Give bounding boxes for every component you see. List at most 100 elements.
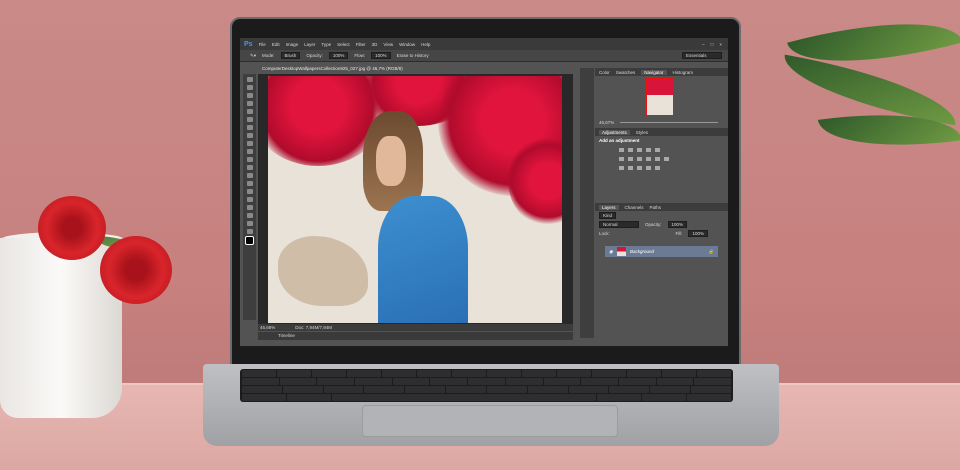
history-brush-tool-icon[interactable] <box>246 149 253 154</box>
maximize-icon[interactable]: □ <box>711 42 714 47</box>
menu-window[interactable]: Window <box>399 42 415 47</box>
posterize-icon[interactable] <box>628 165 633 170</box>
blur-tool-icon[interactable] <box>246 173 253 178</box>
tab-color[interactable]: Color <box>599 70 610 75</box>
close-icon[interactable]: × <box>719 42 722 47</box>
zoom-level[interactable]: 46,68% <box>260 325 275 330</box>
pen-tool-icon[interactable] <box>246 189 253 194</box>
menu-type[interactable]: Type <box>321 42 331 47</box>
hand-tool-icon[interactable] <box>246 221 253 226</box>
menu-file[interactable]: File <box>259 42 266 47</box>
gradient-tool-icon[interactable] <box>246 165 253 170</box>
vibrance-icon[interactable] <box>655 147 660 152</box>
hue-saturation-icon[interactable] <box>619 156 624 161</box>
layer-name[interactable]: Background <box>630 249 654 254</box>
channel-mixer-icon[interactable] <box>655 156 660 161</box>
add-adjustment-label: Add an adjustment <box>599 138 640 143</box>
layer-kind-filter[interactable]: Kind <box>599 212 617 219</box>
tab-histogram[interactable]: Histogram <box>673 70 694 75</box>
tab-swatches[interactable]: Swatches <box>616 70 636 75</box>
menu-layer[interactable]: Layer <box>304 42 315 47</box>
color-lookup-icon[interactable] <box>664 156 669 161</box>
menu-bar: Ps File Edit Image Layer Type Select Fil… <box>240 38 728 50</box>
dodge-tool-icon[interactable] <box>246 181 253 186</box>
type-tool-icon[interactable] <box>246 197 253 202</box>
options-bar: ✎▾ Mode: Brush Opacity: 100% Flow: 100% … <box>240 50 728 62</box>
toolbar <box>243 74 256 320</box>
path-select-tool-icon[interactable] <box>246 205 253 210</box>
red-flower <box>38 196 106 260</box>
layer-row-background[interactable]: ◉ Background 🔒 <box>605 246 718 257</box>
tab-layers[interactable]: Layers <box>599 204 619 210</box>
fill-field[interactable]: 100% <box>688 230 708 237</box>
photo-filter-icon[interactable] <box>646 156 651 161</box>
tab-navigator[interactable]: Navigator <box>641 69 667 75</box>
tab-channels[interactable]: Channels <box>625 205 644 210</box>
eraser-tool-icon[interactable]: ✎▾ <box>250 53 256 59</box>
zoom-tool-icon[interactable] <box>246 229 253 234</box>
menu-3d[interactable]: 3D <box>372 42 378 47</box>
brightness-icon[interactable] <box>619 147 624 152</box>
threshold-icon[interactable] <box>637 165 642 170</box>
blend-mode-select[interactable]: Normal <box>599 221 639 228</box>
curves-icon[interactable] <box>637 147 642 152</box>
erase-to-history-checkbox[interactable]: Erase to History <box>397 53 429 58</box>
timeline-panel-tab[interactable]: Timeline <box>258 332 573 340</box>
layer-opacity-field[interactable]: 100% <box>667 221 688 228</box>
menu-edit[interactable]: Edit <box>272 42 280 47</box>
mode-label: Mode: <box>262 53 275 58</box>
ps-logo: Ps <box>244 40 253 48</box>
flow-field[interactable]: 100% <box>371 52 391 59</box>
tab-adjustments[interactable]: Adjustments <box>599 129 630 135</box>
tab-styles[interactable]: Styles <box>636 130 648 135</box>
invert-icon[interactable] <box>619 165 624 170</box>
tab-paths[interactable]: Paths <box>650 205 662 210</box>
eye-icon[interactable]: ◉ <box>609 249 613 255</box>
move-tool-icon[interactable] <box>246 77 253 82</box>
menu-image[interactable]: Image <box>286 42 299 47</box>
exposure-icon[interactable] <box>646 147 651 152</box>
trackpad <box>362 405 618 437</box>
eraser-tool-icon[interactable] <box>246 157 253 162</box>
gradient-map-icon[interactable] <box>655 165 660 170</box>
marquee-tool-icon[interactable] <box>246 85 253 90</box>
crop-tool-icon[interactable] <box>246 109 253 114</box>
document-photo[interactable] <box>268 76 562 323</box>
workspace-select[interactable]: Essentials <box>682 52 722 59</box>
quick-select-tool-icon[interactable] <box>246 101 253 106</box>
brush-tool-icon[interactable] <box>246 133 253 138</box>
navigator-zoom[interactable]: 46,67% <box>599 120 614 125</box>
opacity-label: Opacity: <box>306 53 323 58</box>
navigator-zoom-slider[interactable] <box>620 122 718 123</box>
black-white-icon[interactable] <box>637 156 642 161</box>
menu-view[interactable]: View <box>383 42 393 47</box>
flow-label: Flow: <box>354 53 366 58</box>
healing-tool-icon[interactable] <box>246 125 253 130</box>
lock-icon: 🔒 <box>708 248 714 254</box>
keyboard <box>240 369 733 402</box>
eyedropper-tool-icon[interactable] <box>246 117 253 122</box>
levels-icon[interactable] <box>628 147 633 152</box>
menu-select[interactable]: Select <box>337 42 350 47</box>
stamp-tool-icon[interactable] <box>246 141 253 146</box>
canvas-area <box>258 74 573 324</box>
foreground-color-swatch[interactable] <box>245 236 254 245</box>
mode-select[interactable]: Brush <box>280 52 301 59</box>
lock-label: Lock: <box>599 231 610 236</box>
photoshop-window: Ps File Edit Image Layer Type Select Fil… <box>240 38 728 346</box>
shape-tool-icon[interactable] <box>246 213 253 218</box>
document-tab[interactable]: ComputerDesktopWallpapersCollection925_0… <box>258 65 407 73</box>
panel-dock <box>580 68 594 338</box>
selective-color-icon[interactable] <box>646 165 651 170</box>
navigator-thumbnail[interactable] <box>646 78 674 116</box>
lasso-tool-icon[interactable] <box>246 93 253 98</box>
minimize-icon[interactable]: – <box>702 42 705 47</box>
menu-help[interactable]: Help <box>421 42 430 47</box>
opacity-field[interactable]: 100% <box>328 52 349 59</box>
layer-opacity-label: Opacity: <box>645 222 662 227</box>
color-balance-icon[interactable] <box>628 156 633 161</box>
menu-filter[interactable]: Filter <box>356 42 366 47</box>
doc-size: Doc: 7,94M/7,94M <box>295 325 333 330</box>
panels: Color Swatches Navigator Histogram 46,67… <box>595 68 728 346</box>
status-bar: 46,68% Doc: 7,94M/7,94M <box>258 324 573 331</box>
